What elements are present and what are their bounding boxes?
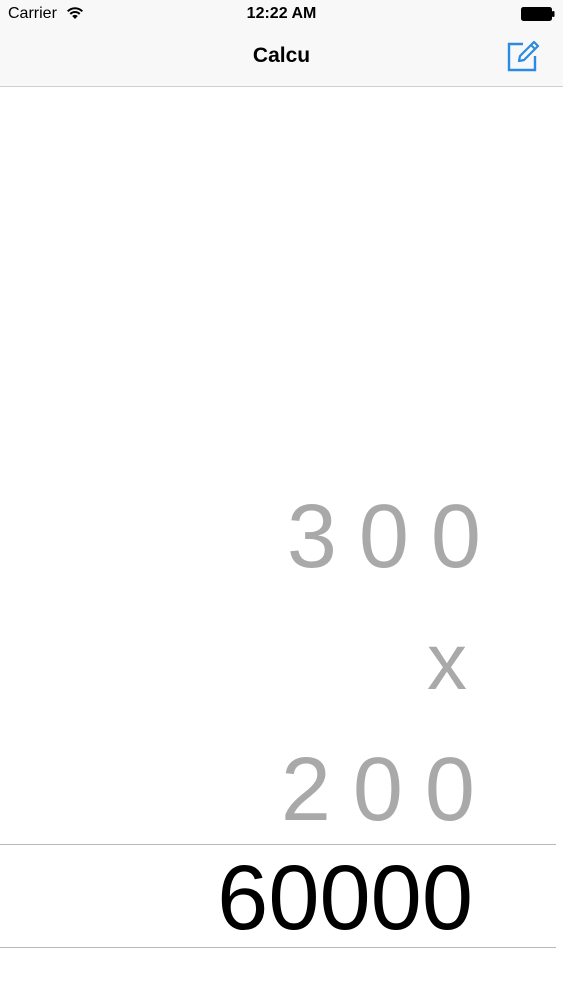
compose-icon (507, 40, 540, 72)
result-divider-top (0, 844, 556, 845)
result-value: 60000 (217, 847, 473, 949)
first-operand: 300 (286, 487, 503, 587)
second-operand: 200 (280, 740, 497, 840)
result-divider-bottom (0, 947, 556, 948)
compose-button[interactable] (505, 38, 541, 74)
status-time: 12:22 AM (246, 5, 317, 22)
operator-symbol: x (427, 617, 467, 706)
page-title: Calcu (252, 44, 311, 67)
navigation-bar: Calcu (0, 28, 563, 87)
battery-icon (521, 7, 555, 21)
status-bar: Carrier 12:22 AM (0, 0, 563, 28)
